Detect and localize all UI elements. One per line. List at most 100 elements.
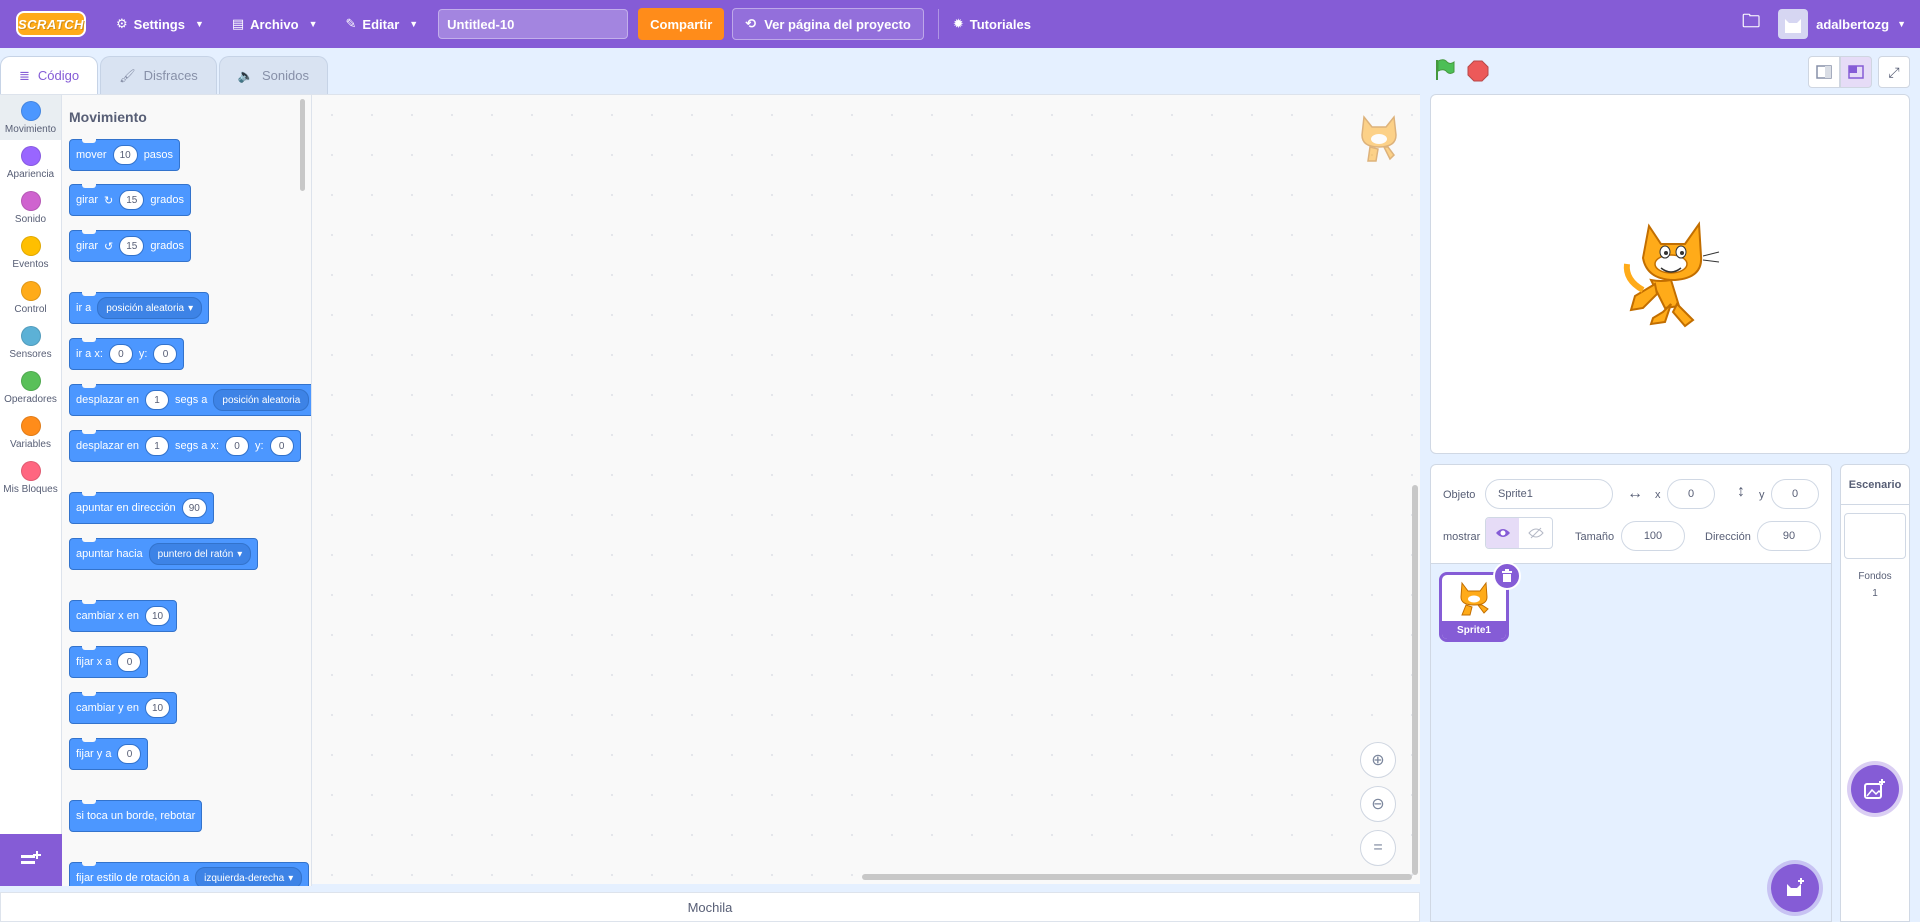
category-motion[interactable]: Movimiento xyxy=(0,95,61,140)
see-project-page-button[interactable]: ⟲ Ver página del proyecto xyxy=(732,8,924,40)
palette-scrollbar[interactable] xyxy=(300,99,305,191)
block-change-y[interactable]: cambiar y en 10 xyxy=(69,692,178,724)
caret-down-icon: ▾ xyxy=(288,872,294,884)
block-input[interactable]: 0 xyxy=(225,436,250,456)
normal-stage-button[interactable] xyxy=(1840,56,1872,88)
block-dropdown[interactable]: posición aleatoria xyxy=(213,389,310,411)
backpack-header[interactable]: Mochila xyxy=(0,892,1420,922)
green-flag-button[interactable] xyxy=(1434,58,1456,85)
block-move-steps[interactable]: mover 10 pasos xyxy=(69,139,181,171)
cat-avatar-icon xyxy=(1785,19,1802,33)
choose-sprite-button[interactable] xyxy=(1771,864,1819,912)
workspace-horizontal-scrollbar[interactable] xyxy=(862,874,1412,880)
x-position-field[interactable]: 0 xyxy=(1667,479,1715,509)
sprite-info-panel: Objeto Sprite1 ↔ x 0 ↕ y 0 mostrar Tamañ… xyxy=(1430,464,1832,564)
zoom-in-button[interactable]: ⊕ xyxy=(1360,742,1396,778)
folder-icon[interactable]: 🗀 xyxy=(1742,9,1760,39)
caret-down-icon: ▼ xyxy=(308,19,318,29)
block-go-to[interactable]: ir a posición aleatoria ▾ xyxy=(69,292,210,324)
block-glide-to-xy[interactable]: desplazar en 1 segs a x: 0 y: 0 xyxy=(69,430,301,462)
block-input[interactable]: 0 xyxy=(117,652,142,672)
stage-canvas[interactable] xyxy=(1430,94,1910,454)
zoom-out-button[interactable]: ⊖ xyxy=(1360,786,1396,822)
block-input[interactable]: 0 xyxy=(269,436,294,456)
add-extension-button[interactable] xyxy=(0,834,62,886)
stage-sprite[interactable] xyxy=(1621,220,1721,333)
script-workspace[interactable]: ⊕ ⊖ = xyxy=(312,94,1420,884)
workspace-vertical-scrollbar[interactable] xyxy=(1412,485,1418,875)
avatar xyxy=(1778,9,1809,39)
pencil-icon: ✎ xyxy=(345,16,357,31)
stop-button[interactable] xyxy=(1467,60,1489,85)
block-point-towards[interactable]: apuntar hacia puntero del ratón ▾ xyxy=(69,538,259,570)
block-set-rotation-style[interactable]: fijar estilo de rotación a izquierda-der… xyxy=(69,862,310,886)
category-control[interactable]: Control xyxy=(0,275,61,320)
category-sound[interactable]: Sonido xyxy=(0,185,61,230)
hide-sprite-button[interactable] xyxy=(1519,518,1552,548)
direction-field[interactable]: 90 xyxy=(1757,521,1821,551)
category-dot xyxy=(20,235,41,256)
share-button[interactable]: Compartir xyxy=(638,8,725,40)
tab-sounds[interactable]: 🔈 Sonidos xyxy=(218,56,328,94)
block-glide-to[interactable]: desplazar en 1 segs a posición aleatoria xyxy=(69,384,311,416)
category-events[interactable]: Eventos xyxy=(0,230,61,275)
block-set-y[interactable]: fijar y a 0 xyxy=(69,738,149,770)
block-set-x[interactable]: fijar x a 0 xyxy=(69,646,149,678)
tab-costumes[interactable]: 🖌 Disfraces xyxy=(100,56,217,94)
block-input[interactable]: 0 xyxy=(153,344,178,364)
size-field[interactable]: 100 xyxy=(1621,521,1685,551)
block-input[interactable]: 15 xyxy=(119,236,145,256)
category-dot xyxy=(20,190,41,211)
block-dropdown[interactable]: posición aleatoria ▾ xyxy=(97,297,203,319)
block-input[interactable]: 90 xyxy=(181,498,207,518)
settings-menu[interactable]: ⚙ Settings ▼ xyxy=(102,0,218,48)
sprite-name-field[interactable]: Sprite1 xyxy=(1485,479,1613,509)
y-position-field[interactable]: 0 xyxy=(1771,479,1819,509)
scratch-logo[interactable]: SCRATCH xyxy=(16,11,86,37)
tab-code[interactable]: ≣ Código xyxy=(0,56,99,94)
zoom-reset-button[interactable]: = xyxy=(1360,830,1396,866)
block-dropdown[interactable]: izquierda-derecha ▾ xyxy=(195,867,303,886)
stop-icon xyxy=(1467,60,1489,82)
file-menu[interactable]: ▤ Archivo ▼ xyxy=(218,0,332,48)
category-operators[interactable]: Operadores xyxy=(0,365,61,410)
choose-backdrop-button[interactable] xyxy=(1851,765,1899,813)
block-turn-left[interactable]: girar ↺ 15 grados xyxy=(69,230,191,262)
category-dot xyxy=(20,460,41,481)
block-turn-right[interactable]: girar ↻ 15 grados xyxy=(69,184,191,216)
tutorials-button[interactable]: ✹ Tutoriales xyxy=(939,0,1045,48)
fullscreen-button[interactable]: ⤢ xyxy=(1878,56,1910,88)
backdrop-thumbnail[interactable] xyxy=(1844,513,1906,559)
show-sprite-button[interactable] xyxy=(1486,518,1519,548)
block-input[interactable]: 0 xyxy=(117,744,142,764)
block-input[interactable]: 0 xyxy=(108,344,133,364)
block-input[interactable]: 10 xyxy=(112,145,138,165)
block-input[interactable]: 1 xyxy=(145,436,169,456)
vertical-arrows-icon: ↕ xyxy=(1737,483,1745,500)
block-input[interactable]: 1 xyxy=(145,390,169,410)
block-input[interactable]: 10 xyxy=(144,698,171,718)
project-title-input[interactable] xyxy=(438,9,629,39)
small-stage-icon xyxy=(1816,65,1832,79)
account-menu[interactable]: adalbertozg ▼ xyxy=(1778,9,1906,39)
category-my-blocks[interactable]: Mis Bloques xyxy=(0,455,61,500)
caret-down-icon: ▼ xyxy=(194,19,204,29)
caret-down-icon: ▾ xyxy=(237,548,243,560)
category-looks[interactable]: Apariencia xyxy=(0,140,61,185)
block-go-to-xy[interactable]: ir a x: 0 y: 0 xyxy=(69,338,185,370)
edit-menu[interactable]: ✎ Editar ▼ xyxy=(332,0,433,48)
block-input[interactable]: 15 xyxy=(119,190,145,210)
block-input[interactable]: 10 xyxy=(144,606,171,626)
delete-sprite-button[interactable] xyxy=(1493,562,1521,590)
category-variables[interactable]: Variables xyxy=(0,410,61,455)
refresh-icon: ⟲ xyxy=(745,16,757,31)
stage-selector-panel[interactable]: Escenario Fondos 1 xyxy=(1840,464,1910,922)
block-dropdown[interactable]: puntero del ratón ▾ xyxy=(148,543,252,565)
category-dot xyxy=(20,415,41,436)
small-stage-button[interactable] xyxy=(1808,56,1840,88)
block-point-in-direction[interactable]: apuntar en dirección 90 xyxy=(69,492,214,524)
block-if-on-edge-bounce[interactable]: si toca un borde, rebotar xyxy=(69,800,203,832)
category-dot xyxy=(20,280,41,301)
category-sensing[interactable]: Sensores xyxy=(0,320,61,365)
block-change-x[interactable]: cambiar x en 10 xyxy=(69,600,178,632)
